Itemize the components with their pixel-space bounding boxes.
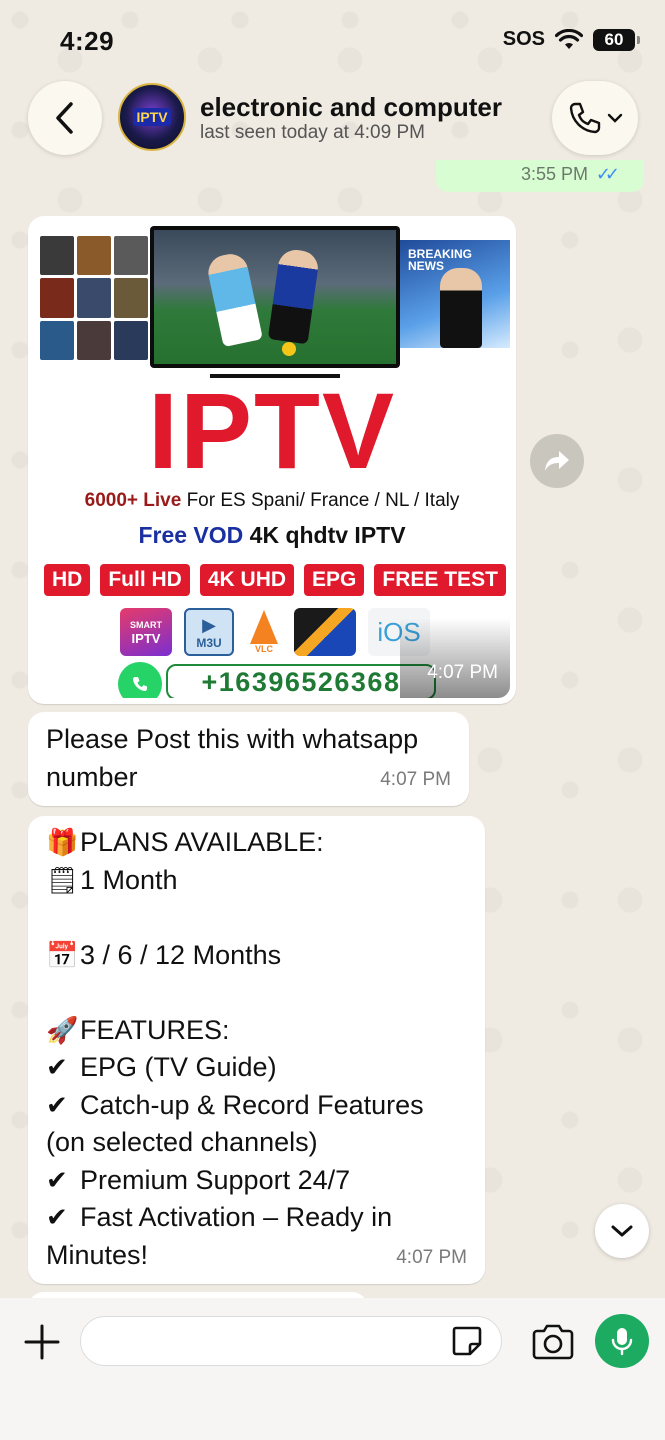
- badge-epg: EPG: [304, 564, 365, 596]
- rocket-icon: 🚀: [46, 1015, 79, 1046]
- whatsapp-icon: [118, 662, 162, 698]
- composer-bar: [0, 1298, 665, 1440]
- back-icon: [56, 102, 73, 134]
- message-line: ✔ Fast Activation – Ready in: [46, 1199, 467, 1237]
- message-line: 🗒1 Month: [46, 862, 467, 900]
- status-time: 4:29: [60, 26, 115, 56]
- smart-iptv-logo: SMART IPTV: [120, 608, 172, 656]
- message-time: 4:07 PM: [380, 768, 451, 790]
- image-message[interactable]: BREAKING NEWS IPTV 6000+ Live For ES Span…: [28, 216, 516, 704]
- quality-text: 4K qhdtv IPTV: [249, 522, 406, 548]
- message-time: 3:55 PM: [520, 164, 588, 184]
- message-line: 🎁PLANS AVAILABLE:: [46, 824, 467, 862]
- incoming-message[interactable]: Please Post this with whatsapp number 4:…: [28, 712, 469, 806]
- set-top-box-logo: [294, 608, 356, 656]
- message-line: ✔ Premium Support 24/7: [46, 1162, 467, 1200]
- avatar-logo-text: IPTV: [133, 108, 171, 126]
- feature-badges: HD Full HD 4K UHD EPG FREE TEST: [44, 564, 506, 596]
- iptv-headline: IPTV: [147, 370, 397, 491]
- status-bar: 4:29 SOS 60: [0, 0, 665, 80]
- free-vod-text: Free VOD: [138, 522, 244, 548]
- incoming-message-plans[interactable]: 🎁PLANS AVAILABLE: 🗒1 Month 📅3 / 6 / 12 M…: [28, 816, 485, 1284]
- call-button[interactable]: [552, 81, 638, 155]
- message-line-blank: [46, 899, 467, 937]
- message-line: 🚀FEATURES:: [46, 1012, 467, 1050]
- chevron-down-icon: [607, 113, 623, 123]
- badge-free-test: FREE TEST: [374, 564, 506, 596]
- contact-avatar[interactable]: IPTV: [118, 83, 186, 151]
- app-logos: SMART IPTV ▶ M3U VLC iOS: [120, 608, 430, 656]
- message-time: 4:07 PM: [396, 1246, 467, 1268]
- message-line-blank: [46, 974, 467, 1012]
- sticker-icon[interactable]: [450, 1324, 484, 1358]
- gift-icon: 🎁: [46, 828, 79, 858]
- badge-full-hd: Full HD: [100, 564, 190, 596]
- vlc-logo: VLC: [246, 608, 282, 656]
- m3u-logo: ▶ M3U: [184, 608, 234, 656]
- notepad-icon: 🗒: [46, 865, 80, 896]
- back-button[interactable]: [28, 81, 102, 155]
- badge-4k-uhd: 4K UHD: [199, 564, 295, 596]
- chevron-down-icon: [611, 1225, 633, 1237]
- message-line: (on selected channels): [46, 1127, 318, 1157]
- promo-line-1: 6000+ Live For ES Spani/ France / NL / I…: [34, 490, 510, 512]
- contact-name[interactable]: electronic and computer: [200, 92, 502, 123]
- scroll-to-bottom-button[interactable]: [595, 1204, 649, 1258]
- check-icon: ✔: [46, 1090, 68, 1121]
- wifi-icon: [555, 28, 583, 49]
- movie-posters: [40, 236, 148, 360]
- forward-icon: [545, 451, 569, 471]
- check-icon: ✔: [46, 1053, 68, 1083]
- promo-line-2: Free VOD 4K qhdtv IPTV: [34, 522, 510, 549]
- check-icon: ✔: [46, 1165, 68, 1196]
- iptv-promo-image[interactable]: BREAKING NEWS IPTV 6000+ Live For ES Span…: [34, 222, 510, 698]
- whatsapp-number: +16396526368: [166, 664, 436, 698]
- message-text: Please Post this with whatsapp: [46, 724, 419, 754]
- mic-icon: [611, 1328, 633, 1356]
- message-line: 📅3 / 6 / 12 Months: [46, 937, 467, 975]
- contact-last-seen: last seen today at 4:09 PM: [200, 122, 425, 143]
- badge-hd: HD: [44, 564, 91, 596]
- message-time: 4:07 PM: [427, 662, 498, 683]
- news-anchor-image: BREAKING NEWS: [400, 240, 510, 348]
- message-line: ✔ EPG (TV Guide): [46, 1049, 467, 1087]
- forward-button[interactable]: [530, 434, 584, 488]
- calendar-icon: 📅: [46, 940, 79, 971]
- sos-indicator: SOS: [502, 28, 545, 50]
- camera-icon[interactable]: [530, 1322, 576, 1362]
- countries-text: For ES Spani/ France / NL / Italy: [186, 490, 460, 511]
- tv-football-image: [150, 226, 400, 368]
- message-input[interactable]: [80, 1316, 502, 1366]
- read-receipt-icon: ✓✓: [595, 164, 620, 184]
- news-label: NEWS: [408, 259, 444, 273]
- check-icon: ✔: [46, 1203, 68, 1233]
- status-indicators: SOS 60: [502, 28, 640, 51]
- mic-button[interactable]: [595, 1314, 649, 1368]
- battery-indicator: 60: [593, 28, 640, 51]
- plus-icon[interactable]: [22, 1322, 62, 1362]
- phone-icon: [569, 102, 601, 134]
- live-count: 6000+ Live: [84, 490, 182, 511]
- message-line: ✔ Catch-up & Record Features: [46, 1087, 467, 1125]
- outgoing-message-partial[interactable]: 3:55 PM ✓✓: [436, 160, 644, 192]
